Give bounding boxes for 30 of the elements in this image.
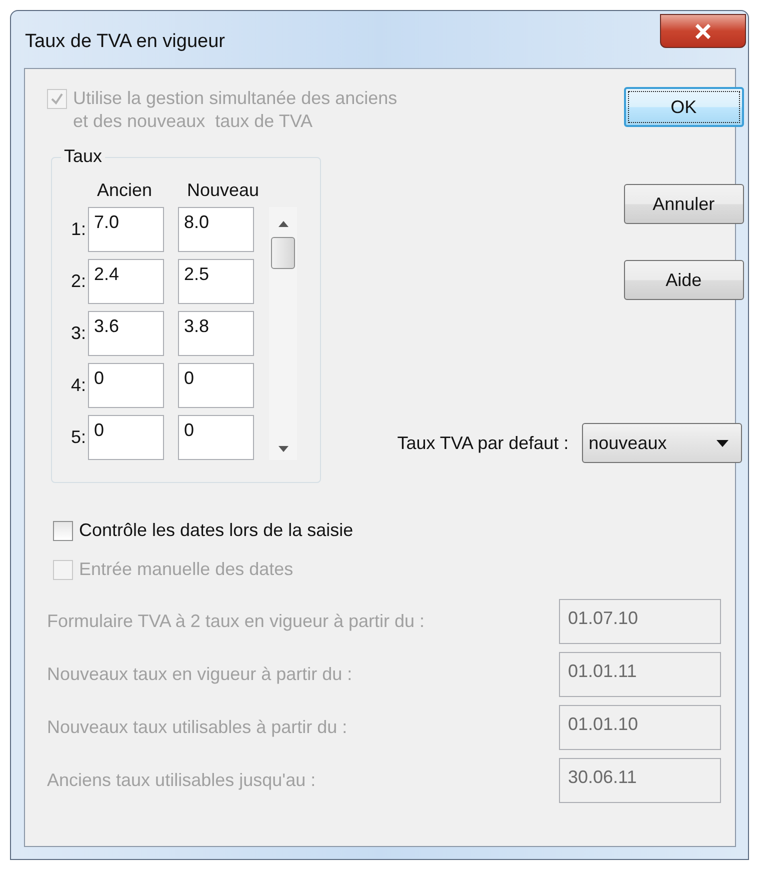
field-label: Formulaire TVA à 2 taux en vigueur à partir du :: [47, 611, 425, 632]
column-header: Nouveau: [187, 180, 260, 201]
input-field[interactable]: 2.4: [88, 259, 164, 304]
row-number: 1:: [70, 219, 86, 240]
input-field[interactable]: 0: [178, 363, 254, 408]
field-label: Nouveaux taux en vigueur à partir du :: [47, 664, 352, 685]
input-field[interactable]: 3.6: [88, 311, 164, 356]
input-field[interactable]: 0: [178, 415, 254, 460]
dialog-button[interactable]: OK: [624, 87, 744, 127]
dropdown[interactable]: nouveaux: [582, 423, 742, 463]
row-number: 3:: [70, 323, 86, 344]
dialog-button[interactable]: Annuler: [624, 184, 744, 224]
column-header: Ancien: [97, 180, 154, 201]
input-field[interactable]: 3.8: [178, 311, 254, 356]
input-field[interactable]: 7.0: [88, 207, 164, 252]
input-field[interactable]: 0: [88, 415, 164, 460]
checkbox-label: Utilise la gestion simultanée des anciens et des nouveaux taux de TVA: [73, 87, 398, 133]
input-field[interactable]: 8.0: [178, 207, 254, 252]
window-title: Taux de TVA en vigueur: [25, 31, 225, 53]
dropdown-label: Taux TVA par defaut :: [397, 432, 569, 454]
row-number: 4:: [70, 375, 86, 396]
row-number: 2:: [70, 271, 86, 292]
field-label: Nouveaux taux utilisables à partir du :: [47, 717, 348, 738]
input-field[interactable]: 0: [88, 363, 164, 408]
input-field[interactable]: 2.5: [178, 259, 254, 304]
dialog-button[interactable]: Aide: [624, 260, 744, 300]
checkbox-label: Contrôle les dates lors de la saisie: [79, 519, 354, 542]
checkbox-label: Entrée manuelle des dates: [79, 558, 294, 581]
field-label: Anciens taux utilisables jusqu'au :: [47, 770, 316, 791]
row-number: 5:: [70, 427, 86, 448]
